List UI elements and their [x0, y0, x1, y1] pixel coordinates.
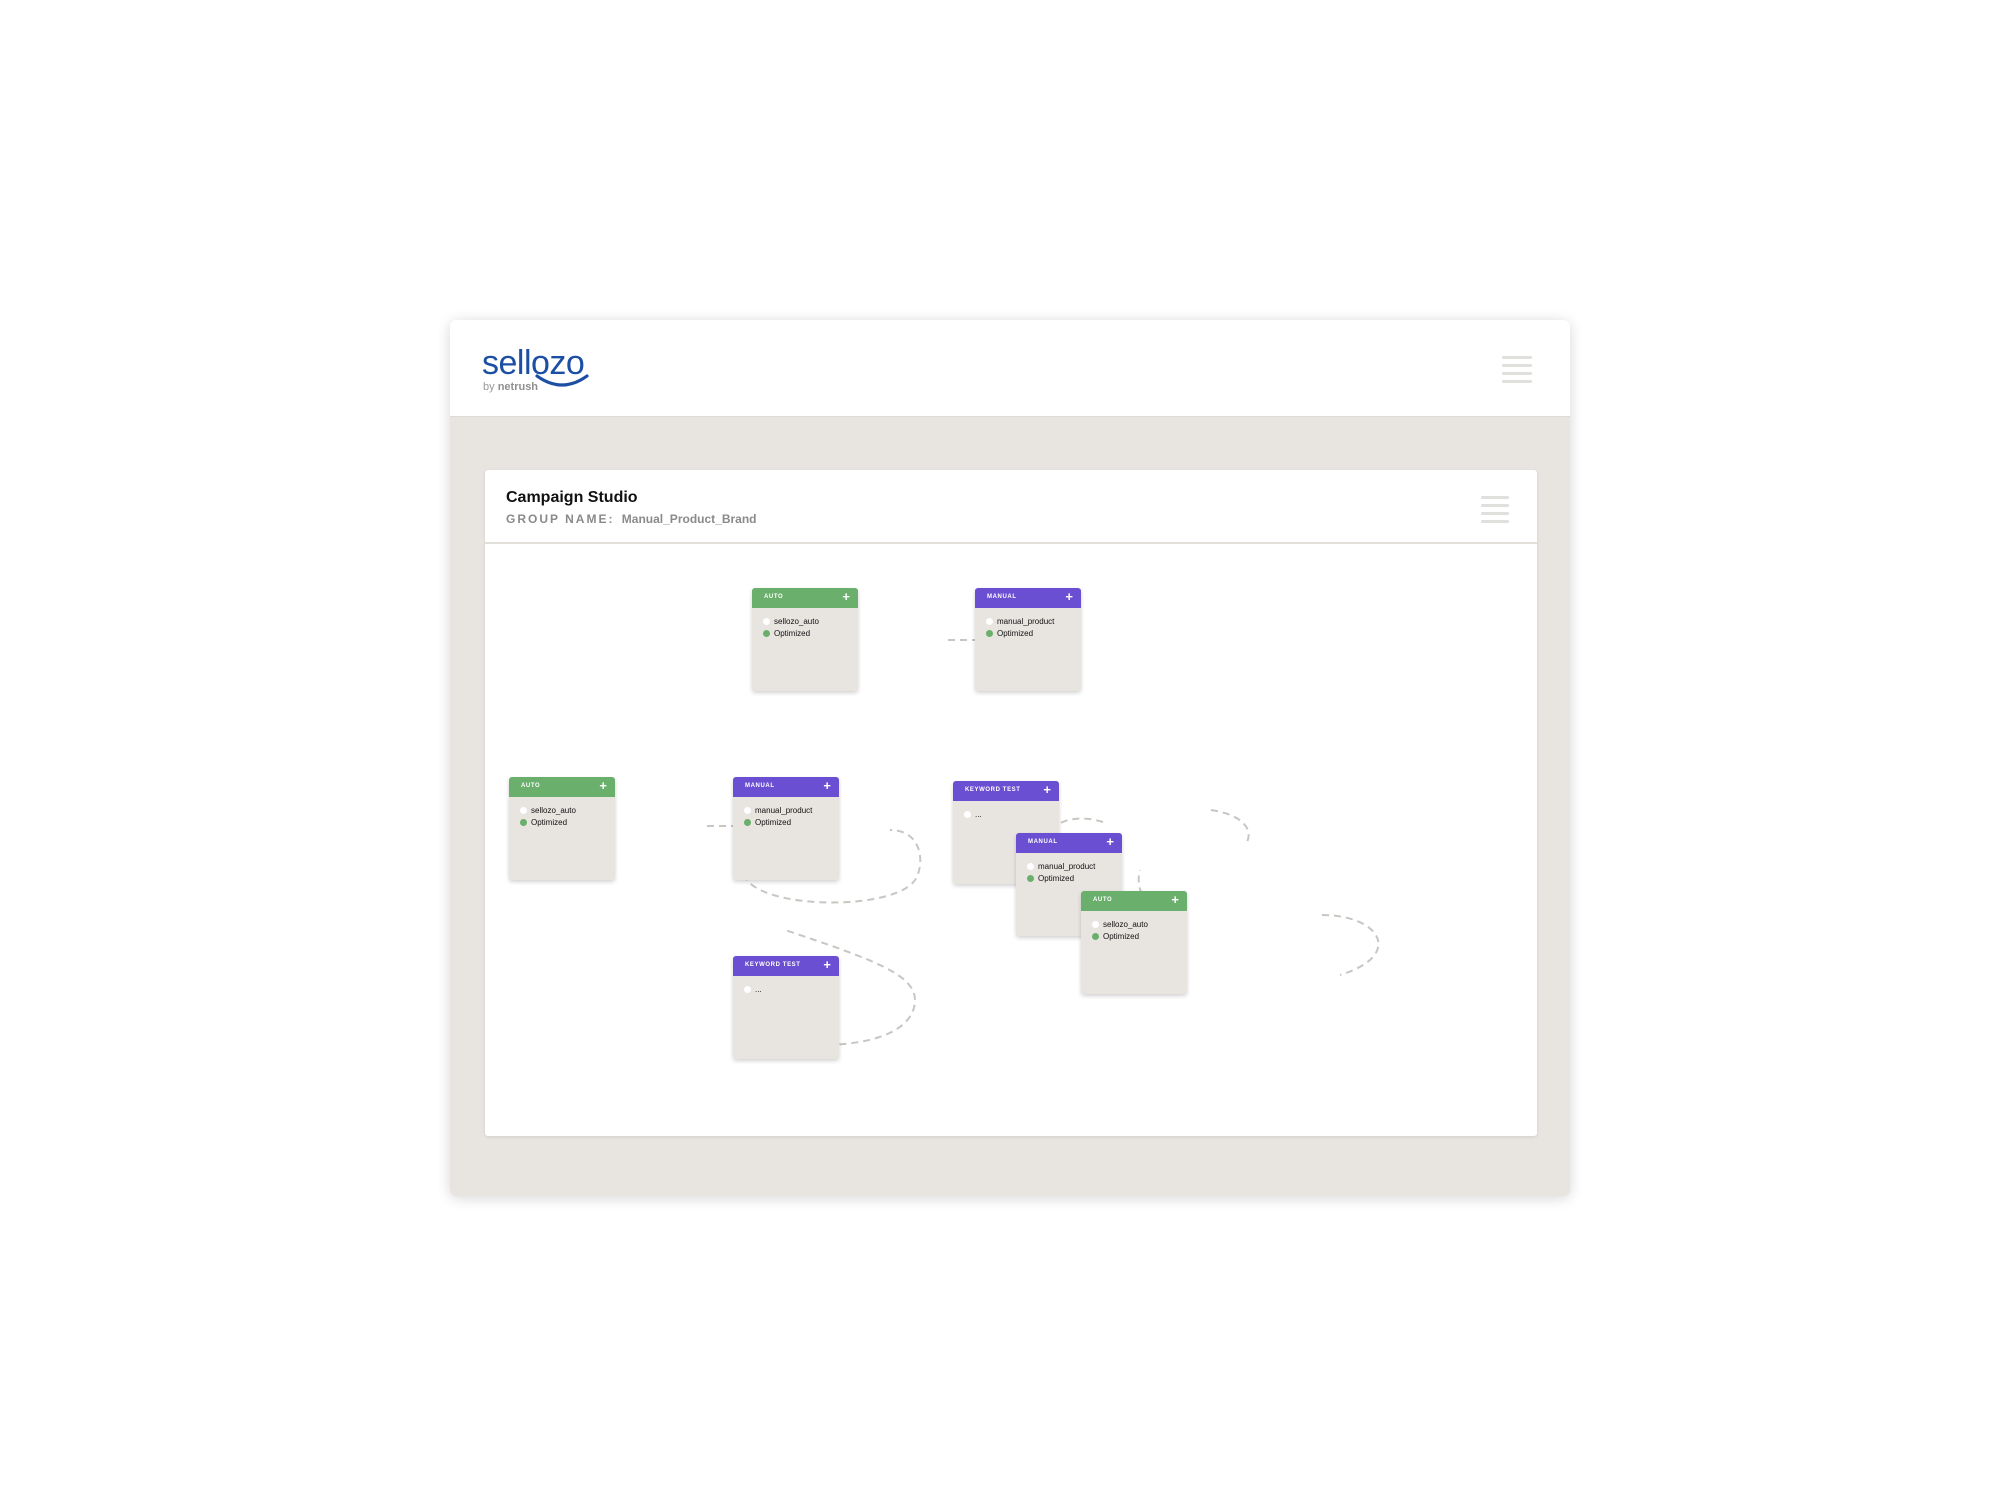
add-button[interactable]: + [842, 589, 850, 605]
add-button[interactable]: + [1065, 589, 1073, 605]
node-status: Optimized [1038, 874, 1075, 883]
node-campaign-name: manual_product [755, 806, 813, 815]
add-button[interactable]: + [823, 778, 831, 794]
node-campaign-row: manual_product [1027, 862, 1095, 872]
status-dot-icon [1092, 933, 1099, 940]
add-button[interactable]: + [823, 957, 831, 973]
add-button[interactable]: + [1106, 834, 1114, 850]
node-campaign-row: manual_product [744, 806, 812, 816]
app-window: sellozo by netrush Campaign Studio GROUP… [450, 320, 1570, 1196]
node-status-row: Optimized [763, 629, 810, 639]
node-status-row: Optimized [1092, 932, 1139, 942]
node-header: MANUAL + [975, 588, 1081, 608]
link-n8-out [1321, 914, 1380, 976]
add-button[interactable]: + [1043, 782, 1051, 798]
radio-dot-icon[interactable] [986, 618, 993, 625]
node-campaign-row: ... [744, 985, 762, 995]
node-type-label: KEYWORD TEST [745, 962, 801, 968]
hamburger-menu-icon[interactable] [1502, 356, 1532, 383]
node-campaign-name: sellozo_auto [774, 617, 819, 626]
campaign-node-manual[interactable]: MANUAL + manual_product Optimized [733, 777, 839, 880]
node-status: Optimized [1103, 932, 1140, 941]
status-dot-icon [1027, 875, 1034, 882]
campaign-node-manual[interactable]: MANUAL + manual_product Optimized [975, 588, 1081, 691]
node-header: MANUAL + [733, 777, 839, 797]
node-status-row: Optimized [744, 818, 791, 828]
node-status: Optimized [755, 818, 792, 827]
radio-dot-icon[interactable] [744, 807, 751, 814]
radio-dot-icon[interactable] [744, 986, 751, 993]
link-n6-n7 [1210, 809, 1250, 846]
node-type-label: MANUAL [1028, 839, 1058, 845]
top-bar: sellozo by netrush [450, 320, 1570, 417]
node-type-label: MANUAL [745, 783, 775, 789]
status-dot-icon [986, 630, 993, 637]
node-header: AUTO + [509, 777, 615, 797]
campaign-studio-panel: Campaign Studio GROUP NAME: Manual_Produ… [485, 470, 1537, 1136]
node-header: KEYWORD TEST + [953, 781, 1059, 801]
node-status: Optimized [997, 629, 1034, 638]
add-button[interactable]: + [599, 778, 607, 794]
node-type-label: AUTO [764, 594, 784, 600]
node-campaign-name: manual_product [997, 617, 1055, 626]
add-button[interactable]: + [1171, 892, 1179, 908]
node-campaign-row: ... [964, 810, 982, 820]
node-campaign-name: sellozo_auto [1103, 920, 1148, 929]
status-dot-icon [744, 819, 751, 826]
node-campaign-row: manual_product [986, 617, 1054, 627]
status-dot-icon [520, 819, 527, 826]
status-dot-icon [763, 630, 770, 637]
node-status-row: Optimized [520, 818, 567, 828]
node-type-label: AUTO [521, 783, 541, 789]
node-campaign-name: sellozo_auto [531, 806, 576, 815]
node-header: AUTO + [752, 588, 858, 608]
radio-dot-icon[interactable] [763, 618, 770, 625]
node-status: Optimized [774, 629, 811, 638]
sellozo-logo[interactable]: sellozo by netrush [482, 344, 594, 394]
node-campaign-name: ... [975, 810, 982, 819]
node-type-label: AUTO [1093, 897, 1113, 903]
radio-dot-icon[interactable] [1027, 863, 1034, 870]
node-status: Optimized [531, 818, 568, 827]
node-campaign-row: sellozo_auto [520, 806, 576, 816]
node-campaign-row: sellozo_auto [763, 617, 819, 627]
node-status-row: Optimized [986, 629, 1033, 639]
node-campaign-row: sellozo_auto [1092, 920, 1148, 930]
radio-dot-icon[interactable] [1092, 921, 1099, 928]
logo-smile-icon [535, 374, 589, 387]
byline-brand: netrush [497, 381, 539, 393]
node-header: AUTO + [1081, 891, 1187, 911]
byline-prefix: by [483, 381, 495, 393]
campaign-node-auto[interactable]: AUTO + sellozo_auto Optimized [752, 588, 858, 691]
radio-dot-icon[interactable] [964, 811, 971, 818]
node-campaign-name: ... [755, 985, 762, 994]
node-campaign-name: manual_product [1038, 862, 1096, 871]
campaign-node-auto[interactable]: AUTO + sellozo_auto Optimized [509, 777, 615, 880]
campaign-node-keyword[interactable]: KEYWORD TEST +... [733, 956, 839, 1059]
node-status-row: Optimized [1027, 874, 1074, 884]
campaign-node-auto[interactable]: AUTO + sellozo_auto Optimized [1081, 891, 1187, 994]
node-type-label: KEYWORD TEST [965, 787, 1021, 793]
node-type-label: MANUAL [987, 594, 1017, 600]
radio-dot-icon[interactable] [520, 807, 527, 814]
node-header: MANUAL + [1016, 833, 1122, 853]
node-header: KEYWORD TEST + [733, 956, 839, 976]
logo-byline: by netrush [483, 381, 538, 393]
